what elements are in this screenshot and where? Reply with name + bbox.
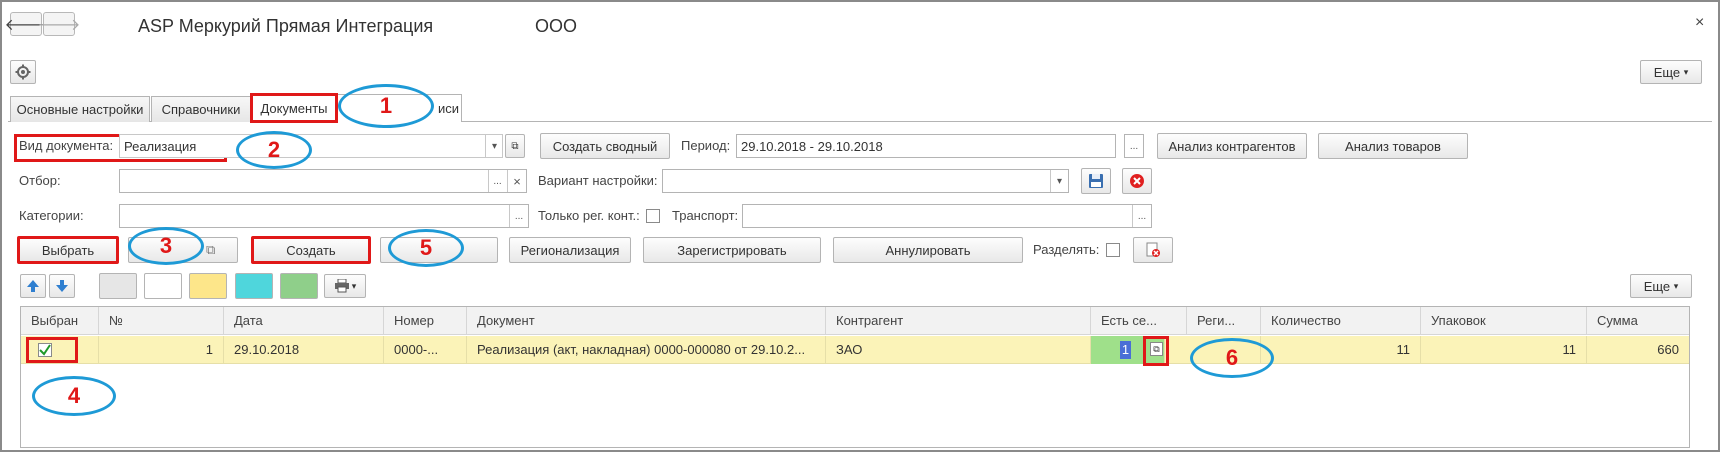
analyze-counterparties-button[interactable]: Анализ контрагентов — [1157, 133, 1307, 159]
col-header-num[interactable]: № — [99, 307, 224, 335]
create-summary-button[interactable]: Создать сводный — [540, 133, 670, 159]
col-header-number[interactable]: Номер — [384, 307, 467, 335]
split-label: Разделять: — [1033, 242, 1100, 257]
move-up-button[interactable] — [20, 274, 46, 298]
doc-type-open-icon[interactable]: ⧉ — [505, 134, 525, 158]
selection-clear-icon[interactable]: × — [507, 170, 526, 192]
analyze-goods-button[interactable]: Анализ товаров — [1318, 133, 1468, 159]
floppy-disk-icon — [1089, 174, 1103, 188]
tab-directories[interactable]: Справочники — [151, 96, 251, 122]
col-header-region[interactable]: Реги... — [1187, 307, 1261, 335]
tab-main-settings[interactable]: Основные настройки — [10, 96, 150, 122]
annotation-2: 2 — [236, 131, 312, 169]
variant-field[interactable] — [662, 169, 1069, 193]
more-button-list[interactable]: Еще ▾ — [1630, 274, 1692, 298]
annotation-1: 1 — [338, 84, 434, 128]
col-header-selected[interactable]: Выбран — [21, 307, 99, 335]
printer-icon — [334, 279, 349, 293]
arrow-up-icon — [27, 280, 39, 292]
cell-document: Реализация (акт, накладная) 0000-000080 … — [467, 336, 826, 364]
window-title: ASP Меркурий Прямая Интеграция — [138, 16, 434, 36]
cell-num: 1 — [99, 336, 224, 364]
cell-counterparty: ЗАО — [826, 336, 1091, 364]
table-row[interactable]: 1 29.10.2018 0000-... Реализация (акт, н… — [21, 336, 1689, 364]
print-button[interactable]: ▾ — [324, 274, 366, 298]
arrow-right-icon: 🡒 — [37, 16, 81, 34]
checkmark-icon — [39, 344, 51, 356]
select-button[interactable]: Выбрать — [17, 236, 119, 264]
more-button-top[interactable]: Еще ▾ — [1640, 60, 1702, 84]
annotation-4: 4 — [32, 376, 116, 416]
delete-circle-icon — [1130, 174, 1144, 188]
annotation-5: 5 — [388, 229, 464, 267]
selection-ellipsis-button[interactable]: ... — [488, 170, 506, 192]
chevron-down-icon: ▾ — [1673, 280, 1679, 291]
annotation-6: 6 — [1190, 338, 1274, 378]
col-header-sum[interactable]: Сумма — [1587, 307, 1689, 335]
create-button[interactable]: Создать — [251, 236, 371, 264]
delete-document-icon — [1146, 242, 1160, 257]
variant-label: Вариант настройки: — [538, 173, 658, 188]
categories-label: Категории: — [19, 208, 84, 223]
cell-sum: 660 — [1657, 342, 1679, 357]
cell-packages: 11 — [1421, 336, 1587, 364]
save-variant-button[interactable] — [1081, 168, 1111, 194]
register-button[interactable]: Зарегистрировать — [643, 237, 821, 263]
row-selected-checkbox[interactable] — [38, 343, 52, 357]
variant-dropdown-icon[interactable]: ▾ — [1050, 170, 1068, 192]
col-header-counterparty[interactable]: Контрагент — [826, 307, 1091, 335]
categories-ellipsis-button[interactable]: ... — [509, 205, 528, 227]
doc-type-dropdown-icon[interactable]: ▾ — [485, 135, 503, 157]
transport-field[interactable] — [742, 204, 1152, 228]
color-filter-gray[interactable] — [99, 273, 137, 299]
tab-documents-label[interactable]: Документы — [250, 93, 338, 123]
has-cert-value[interactable]: 1 — [1120, 341, 1131, 359]
color-filter-green[interactable] — [280, 273, 318, 299]
cell-number: 0000-... — [384, 336, 467, 364]
period-label: Период: — [681, 138, 731, 153]
col-header-has-cert[interactable]: Есть се... — [1091, 307, 1187, 335]
tab-records-fragment: иси — [438, 101, 460, 116]
clear-list-button[interactable] — [1133, 237, 1173, 263]
forward-button[interactable]: 🡒 — [38, 12, 80, 36]
color-filter-white[interactable] — [144, 273, 182, 299]
categories-field[interactable] — [119, 204, 529, 228]
cancel-doc-button[interactable]: Аннулировать — [833, 237, 1023, 263]
cell-quantity: 11 — [1261, 336, 1421, 364]
only-reg-checkbox[interactable] — [646, 209, 660, 223]
cell-date: 29.10.2018 — [224, 336, 384, 364]
chevron-down-icon: ▾ — [351, 280, 357, 291]
chevron-down-icon: ▾ — [1683, 66, 1689, 77]
table-header: Выбран № Дата Номер Документ Контрагент … — [21, 307, 1689, 335]
selected-checkbox-highlight — [26, 337, 78, 363]
col-header-date[interactable]: Дата — [224, 307, 384, 335]
period-select-button[interactable]: ... — [1124, 134, 1144, 158]
regionalization-button[interactable]: Регионализация — [509, 237, 631, 263]
selection-label: Отбор: — [19, 173, 61, 188]
copy-icon: ⧉ — [206, 242, 216, 257]
selection-field[interactable] — [119, 169, 527, 193]
documents-table: Выбран № Дата Номер Документ Контрагент … — [20, 306, 1690, 448]
period-field[interactable]: 29.10.2018 - 29.10.2018 — [736, 134, 1116, 158]
close-icon[interactable]: × — [1695, 14, 1704, 32]
open-cert-icon[interactable]: ⧉ — [1150, 342, 1163, 356]
only-reg-label: Только рег. конт.: — [538, 208, 640, 223]
transport-label: Транспорт: — [672, 208, 739, 223]
organization-name: ООО — [535, 16, 578, 36]
col-header-packages[interactable]: Упаковок — [1421, 307, 1587, 335]
color-filter-cyan[interactable] — [235, 273, 273, 299]
arrow-down-icon — [56, 280, 68, 292]
settings-button[interactable] — [10, 60, 36, 84]
move-down-button[interactable] — [49, 274, 75, 298]
gear-icon — [15, 64, 31, 80]
delete-variant-button[interactable] — [1122, 168, 1152, 194]
col-header-quantity[interactable]: Количество — [1261, 307, 1421, 335]
color-filter-yellow[interactable] — [189, 273, 227, 299]
transport-ellipsis-button[interactable]: ... — [1132, 205, 1151, 227]
annotation-3: 3 — [128, 227, 204, 265]
doc-type-label: Вид документа: — [19, 138, 114, 153]
split-checkbox[interactable] — [1106, 243, 1120, 257]
col-header-document[interactable]: Документ — [467, 307, 826, 335]
